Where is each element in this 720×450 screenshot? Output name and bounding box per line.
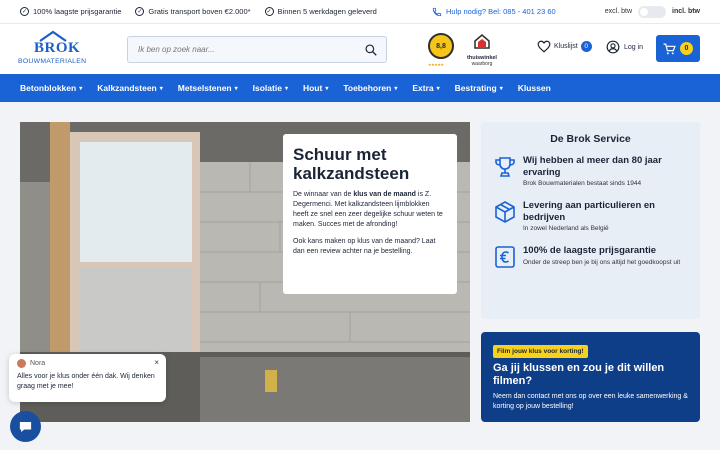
wishlist-label: Kluslijst	[554, 43, 578, 50]
nav-item-metselstenen[interactable]: Metselstenen ▾	[178, 83, 238, 93]
promo-text: Neem dan contact met ons op over een leu…	[493, 393, 688, 410]
chevron-down-icon: ▾	[79, 85, 83, 92]
logo-brand: BROK	[34, 40, 81, 56]
close-icon[interactable]: ×	[154, 358, 159, 367]
nav-item-toebehoren[interactable]: Toebehoren ▾	[343, 83, 397, 93]
hero-text: De winnaar van de	[293, 191, 354, 198]
nav-item-hout[interactable]: Hout ▾	[303, 83, 328, 93]
service-item-desc: Brok Bouwmaterialen bestaat sinds 1944	[523, 180, 642, 187]
login-label: Log in	[624, 43, 644, 51]
service-box: De Brok Service Wij hebben al meer dan 8…	[481, 122, 700, 319]
thuiswinkel-waarborg-logo[interactable]: thuiswinkel waarborg	[467, 34, 497, 67]
usp-label: Binnen 5 werkdagen geleverd	[277, 7, 377, 16]
chevron-down-icon: ▾	[325, 85, 329, 92]
chevron-down-icon: ▾	[234, 85, 238, 92]
nav-item-betonblokken[interactable]: Betonblokken ▾	[20, 83, 82, 93]
nav-item-isolatie[interactable]: Isolatie ▾	[253, 83, 288, 93]
rating-stars-icon: ★★★★★	[428, 62, 444, 67]
user-icon	[606, 40, 620, 54]
service-item: 100% de laagste prijsgarantie Onder de s…	[493, 245, 688, 269]
hero-card: Schuur met kalkzandsteen De winnaar van …	[283, 134, 457, 294]
chat-popup[interactable]: Nora × Alles voor je klus onder één dak.…	[9, 354, 166, 402]
service-item: Wij hebben al meer dan 80 jaar ervaring …	[493, 155, 688, 188]
btw-switch: excl. btw incl. btw	[604, 5, 700, 18]
service-item-title: Wij hebben al meer dan 80 jaar ervaring	[523, 155, 662, 178]
incl-btw-label: incl. btw	[672, 8, 700, 15]
promo-tag: Film jouw klus voor korting!	[493, 345, 588, 358]
chevron-down-icon: ▾	[436, 85, 440, 92]
wishlist-count-badge: 0	[580, 41, 592, 52]
service-item: Levering aan particulieren en bedrijven …	[493, 200, 688, 233]
usp-item: ✓ Binnen 5 werkdagen geleverd	[264, 7, 377, 16]
usp-label: Gratis transport boven €2.000*	[148, 7, 251, 16]
search-input[interactable]	[138, 45, 358, 54]
thuiswinkel-icon	[474, 34, 490, 49]
nav-label: Bestrating	[454, 83, 497, 93]
nav-label: Kalkzandsteen	[97, 83, 157, 93]
cart-count-badge: 0	[680, 42, 693, 55]
btw-toggle[interactable]	[638, 5, 666, 18]
nav-label: Betonblokken	[20, 83, 77, 93]
chat-bubble-icon	[19, 421, 32, 432]
chat-message: Alles voor je klus onder één dak. Wij de…	[17, 373, 155, 390]
check-circle-icon: ✓	[264, 7, 274, 16]
help-label: Hulp nodig? Bel: 085 - 401 23 60	[446, 7, 556, 16]
login-button[interactable]: Log in	[606, 40, 643, 54]
search-bar	[127, 36, 387, 63]
check-circle-icon: ✓	[20, 7, 29, 16]
nav-item-bestrating[interactable]: Bestrating ▾	[455, 83, 503, 93]
trophy-icon	[495, 157, 515, 177]
chevron-down-icon: ▾	[159, 85, 163, 92]
service-item-title: 100% de laagste prijsgarantie	[523, 245, 657, 256]
phone-icon	[432, 7, 442, 16]
chat-header: Nora	[17, 359, 158, 368]
chevron-down-icon: ▾	[499, 85, 503, 92]
service-item-title: Levering aan particulieren en bedrijven	[523, 200, 655, 223]
brok-logo[interactable]: BROK BOUWMATERIALEN	[18, 30, 88, 70]
chat-launcher-button[interactable]	[10, 411, 41, 442]
usp-label: 100% laagste prijsgarantie	[33, 7, 122, 16]
nav-label: Extra	[412, 83, 434, 93]
logo-subtitle: BOUWMATERIALEN	[18, 58, 87, 65]
review-rating-badge[interactable]: 8,8	[428, 33, 454, 59]
waarborg-label: waarborg	[471, 61, 493, 67]
delivery-box-icon	[495, 201, 515, 223]
service-title: De Brok Service	[550, 133, 631, 145]
wishlist-button[interactable]: Kluslijst 0	[537, 40, 592, 53]
nav-label: Klussen	[517, 83, 551, 93]
hero-paragraph: De winnaar van de klus van de maand is Z…	[293, 190, 447, 230]
hero-highlight: klus van de maand	[353, 191, 416, 198]
heart-icon	[537, 40, 551, 53]
hero-paragraph-2: Ook kans maken op klus van de maand? Laa…	[293, 238, 436, 255]
nav-item-extra[interactable]: Extra ▾	[412, 83, 439, 93]
nav-item-kalkzandsteen[interactable]: Kalkzandsteen ▾	[97, 83, 163, 93]
header: BROK BOUWMATERIALEN 8,8 ★★★★★ thuiswinke…	[0, 24, 720, 74]
nav-item-klussen[interactable]: Klussen	[518, 83, 551, 93]
service-item-desc: In zowel Nederland als België	[523, 225, 609, 232]
agent-name: Nora	[30, 360, 46, 367]
help-phone-link[interactable]: Hulp nodig? Bel: 085 - 401 23 60	[432, 7, 556, 17]
euro-icon	[495, 246, 515, 268]
main-navigation: Betonblokken ▾ Kalkzandsteen ▾ Metselstene…	[0, 74, 720, 102]
nav-label: Hout	[302, 83, 323, 93]
excl-btw-label: excl. btw	[604, 8, 632, 15]
nav-label: Isolatie	[252, 83, 282, 93]
usp-item: ✓ Gratis transport boven €2.000*	[135, 7, 251, 16]
chevron-down-icon: ▾	[284, 85, 288, 92]
cart-button[interactable]: 0	[656, 35, 700, 62]
usp-bar: ✓ 100% laagste prijsgarantie ✓ Gratis tr…	[0, 0, 720, 24]
nav-label: Metselstenen	[177, 83, 232, 93]
cart-icon	[663, 43, 676, 54]
usp-item: ✓ 100% laagste prijsgarantie	[20, 7, 121, 16]
promo-title: Ga jij klussen en zou je dit willen film…	[493, 362, 665, 387]
check-circle-icon: ✓	[135, 7, 145, 16]
service-item-desc: Onder de streep ben je bij ons altijd he…	[523, 258, 681, 266]
chevron-down-icon: ▾	[394, 85, 398, 92]
search-icon[interactable]	[364, 43, 378, 57]
agent-avatar	[17, 359, 26, 368]
hero-title: Schuur met kalkzandsteen	[293, 145, 410, 183]
promo-film-banner[interactable]: Film jouw klus voor korting! Ga jij klus…	[481, 332, 700, 422]
nav-label: Toebehoren	[343, 83, 392, 93]
